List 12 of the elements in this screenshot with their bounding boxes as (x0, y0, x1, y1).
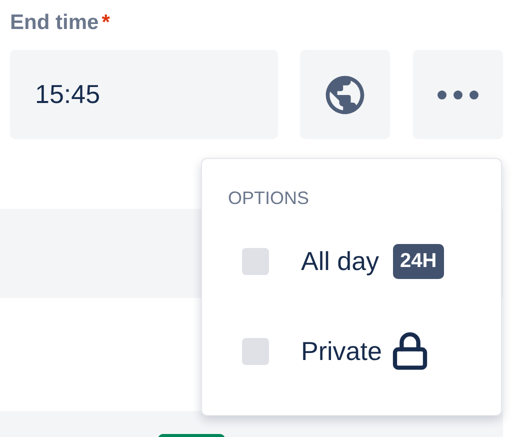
time-field[interactable]: 15:45 (10, 50, 278, 139)
menu-heading: OPTIONS (228, 187, 310, 210)
checkbox[interactable] (242, 248, 269, 274)
hours-badge: 24H (393, 244, 444, 278)
option-label[interactable]: All day (301, 242, 380, 280)
more-icon (437, 90, 479, 100)
checkbox[interactable] (242, 338, 269, 364)
required-mark: * (102, 10, 110, 36)
option-label[interactable]: Private (301, 332, 382, 370)
timezone-button[interactable] (300, 50, 390, 139)
field-label: End time (10, 10, 99, 36)
more-button[interactable] (413, 50, 503, 139)
